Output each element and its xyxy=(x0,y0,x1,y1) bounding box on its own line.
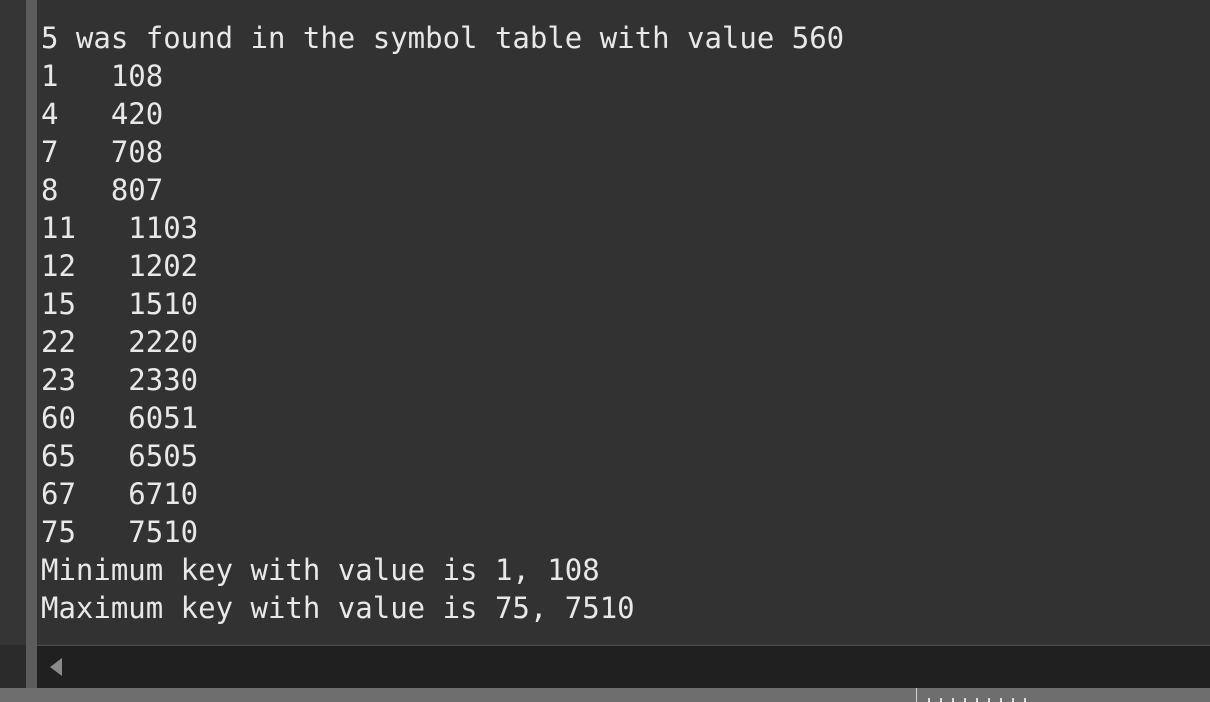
console-output-text: 5 was found in the symbol table with val… xyxy=(41,19,844,627)
console-line: 5 was found in the symbol table with val… xyxy=(41,21,845,55)
left-gutter xyxy=(0,0,26,645)
console-line: Maximum key with value is 75, 7510 xyxy=(41,591,635,625)
console-line: 7 708 xyxy=(41,135,164,169)
console-line: Minimum key with value is 1, 108 xyxy=(41,553,600,587)
console-line: 65 6505 xyxy=(41,439,199,473)
console-line: 15 1510 xyxy=(41,287,199,321)
console-line: 23 2330 xyxy=(41,363,199,397)
console-line: 4 420 xyxy=(41,97,164,131)
status-bar-divider xyxy=(916,688,917,702)
status-bar-clipped-text xyxy=(928,698,1028,702)
horizontal-scrollbar[interactable] xyxy=(37,645,1210,688)
console-output-panel[interactable]: 5 was found in the symbol table with val… xyxy=(37,0,1210,644)
console-line: 22 2220 xyxy=(41,325,199,359)
status-bar xyxy=(0,688,1210,702)
console-line: 8 807 xyxy=(41,173,164,207)
console-line: 67 6710 xyxy=(41,477,199,511)
console-line: 1 108 xyxy=(41,59,164,93)
console-line: 60 6051 xyxy=(41,401,199,435)
console-line: 75 7510 xyxy=(41,515,199,549)
console-line: 12 1202 xyxy=(41,249,199,283)
console-line: 11 1103 xyxy=(41,211,199,245)
left-gutter-lower xyxy=(0,645,26,688)
console-left-border xyxy=(26,0,37,688)
scroll-left-arrow-icon[interactable] xyxy=(50,658,62,676)
